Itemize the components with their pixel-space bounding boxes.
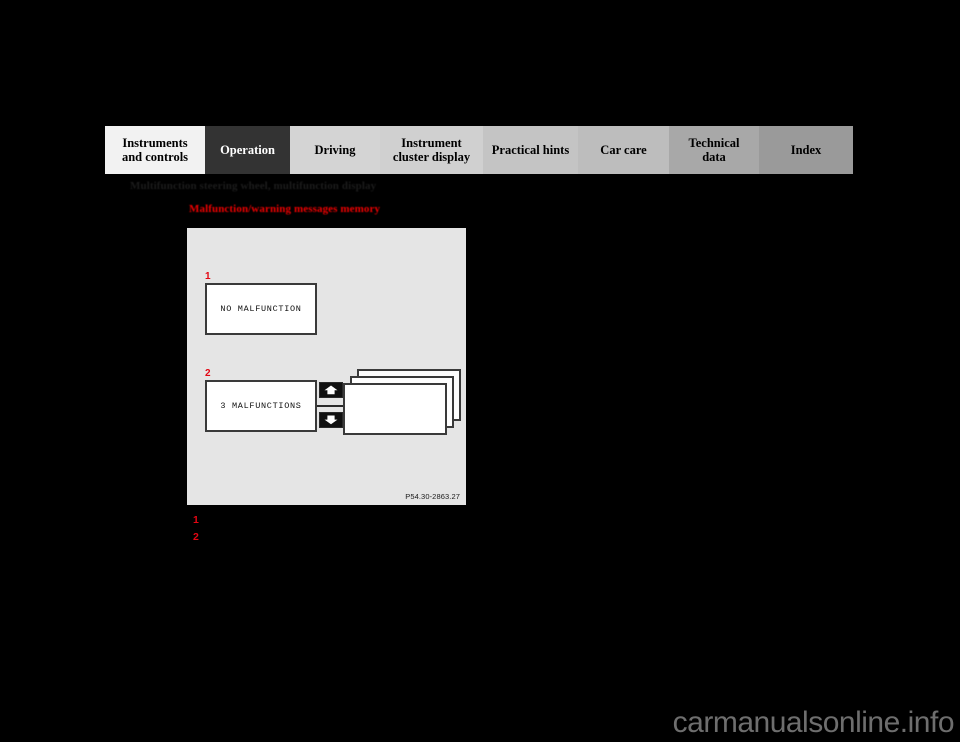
display-three-malfunctions-text: 3 MALFUNCTIONS (220, 401, 302, 411)
arrow-up-icon (324, 385, 338, 395)
scroll-down-button[interactable] (319, 412, 343, 428)
scroll-up-button[interactable] (319, 382, 343, 398)
page-title: Multifunction steering wheel, multifunct… (130, 180, 377, 192)
section-tab-bar: Instruments and controls Operation Drivi… (105, 126, 853, 174)
figure-code: P54.30-2863.27 (405, 492, 460, 501)
callout-2: 2 (205, 368, 211, 379)
callout-1: 1 (205, 271, 211, 282)
tab-instruments-and-controls[interactable]: Instruments and controls (105, 126, 205, 174)
legend-item: 1 (193, 514, 793, 531)
legend-item-number: 1 (193, 514, 199, 526)
tab-instrument-cluster-display[interactable]: Instrument cluster display (380, 126, 483, 174)
message-screen-front (343, 383, 447, 435)
legend-item: 2 (193, 531, 793, 548)
tab-technical-data[interactable]: Technical data (669, 126, 759, 174)
tab-index[interactable]: Index (759, 126, 853, 174)
legend-item-number: 2 (193, 531, 199, 543)
tab-car-care[interactable]: Car care (578, 126, 669, 174)
display-no-malfunction: NO MALFUNCTION (205, 283, 317, 335)
tab-operation[interactable]: Operation (205, 126, 290, 174)
arrow-down-icon (324, 415, 338, 425)
figure-diagram: 1 NO MALFUNCTION 2 3 MALFUNCTIONS P54.30… (187, 228, 466, 505)
connector-line (317, 405, 345, 407)
site-watermark: carmanualsonline.info (672, 706, 955, 739)
display-three-malfunctions: 3 MALFUNCTIONS (205, 380, 317, 432)
tab-practical-hints[interactable]: Practical hints (483, 126, 578, 174)
figure-legend: 1 2 (193, 514, 793, 548)
tab-driving[interactable]: Driving (290, 126, 380, 174)
display-no-malfunction-text: NO MALFUNCTION (220, 304, 302, 314)
page-subtitle: Malfunction/warning messages memory (189, 203, 381, 215)
